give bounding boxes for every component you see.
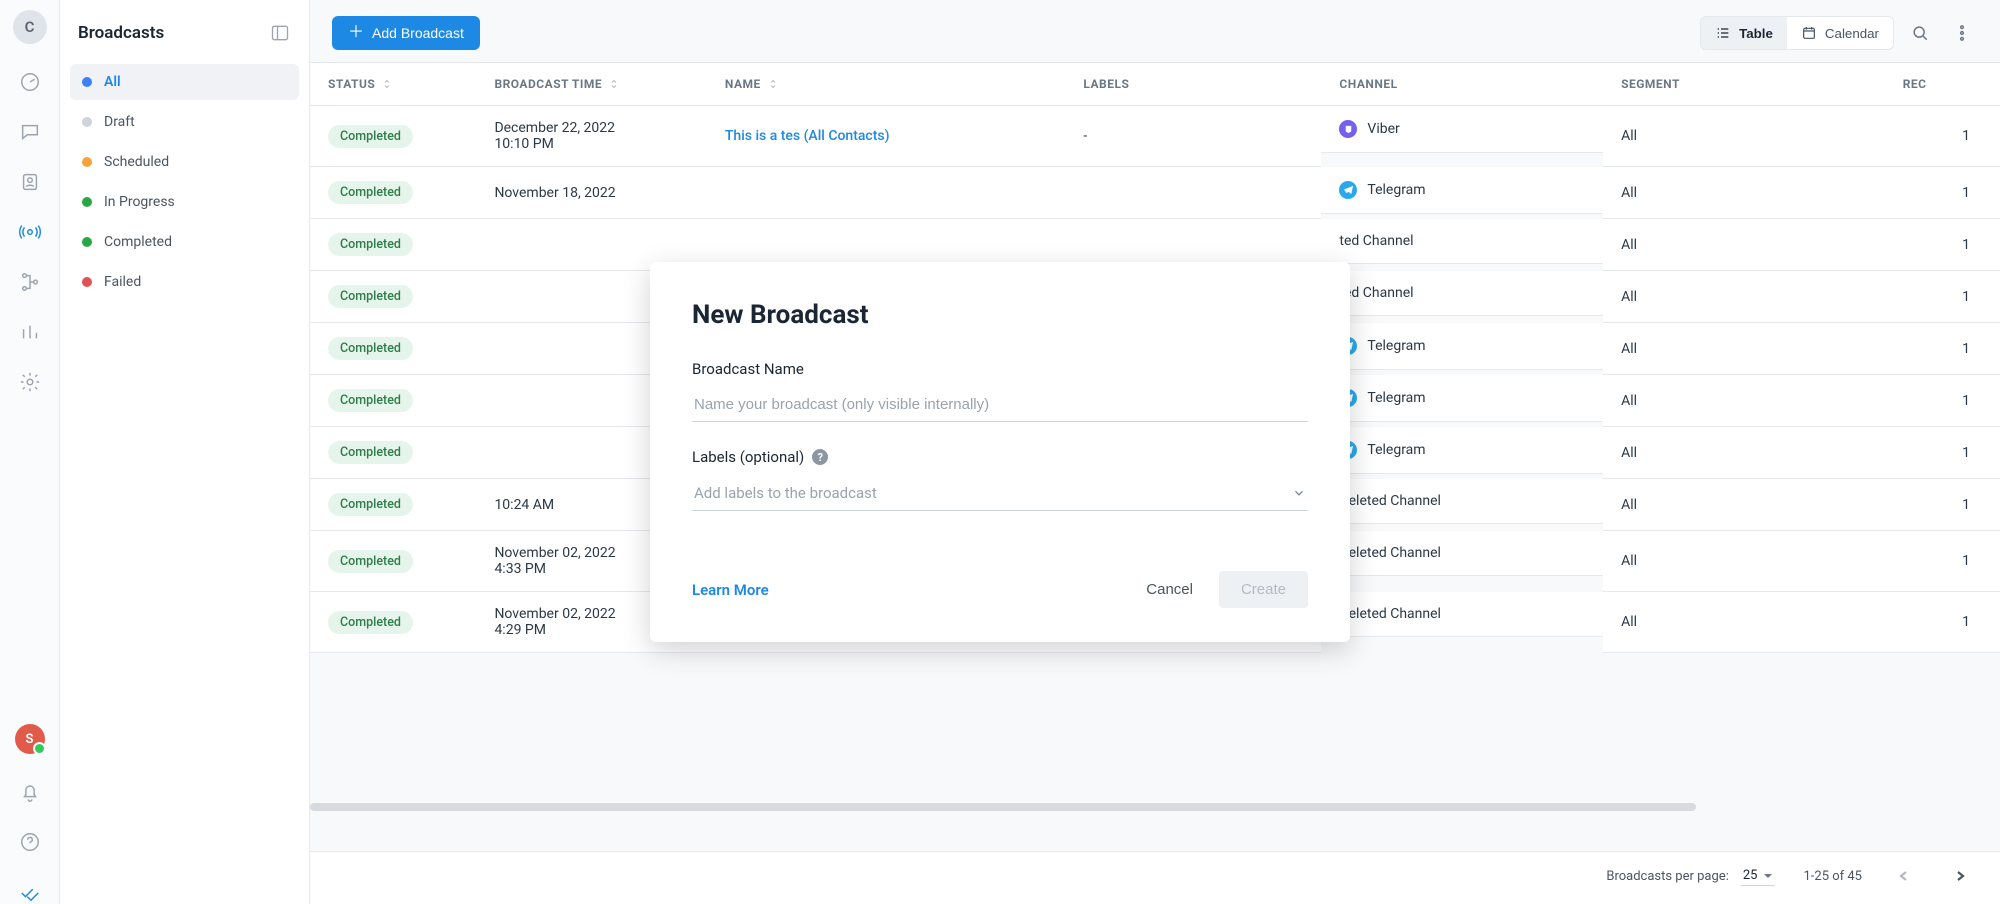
learn-more-link[interactable]: Learn More — [692, 581, 769, 599]
broadcast-name-input[interactable] — [692, 388, 1308, 422]
new-broadcast-modal: New Broadcast Broadcast Name Labels (opt… — [650, 262, 1350, 642]
app-root: C S — [0, 0, 2000, 904]
labels-placeholder: Add labels to the broadcast — [694, 484, 877, 502]
create-button[interactable]: Create — [1219, 571, 1308, 608]
cancel-button[interactable]: Cancel — [1132, 571, 1207, 608]
labels-combobox[interactable]: Add labels to the broadcast — [692, 476, 1308, 511]
chevron-down-icon — [1292, 486, 1306, 500]
labels-field-label-text: Labels (optional) — [692, 448, 804, 466]
modal-overlay[interactable]: New Broadcast Broadcast Name Labels (opt… — [0, 0, 2000, 904]
labels-help-icon[interactable]: ? — [812, 449, 828, 465]
labels-field-label: Labels (optional) ? — [692, 448, 1308, 466]
broadcast-name-label: Broadcast Name — [692, 360, 1308, 378]
modal-title: New Broadcast — [692, 300, 1308, 330]
